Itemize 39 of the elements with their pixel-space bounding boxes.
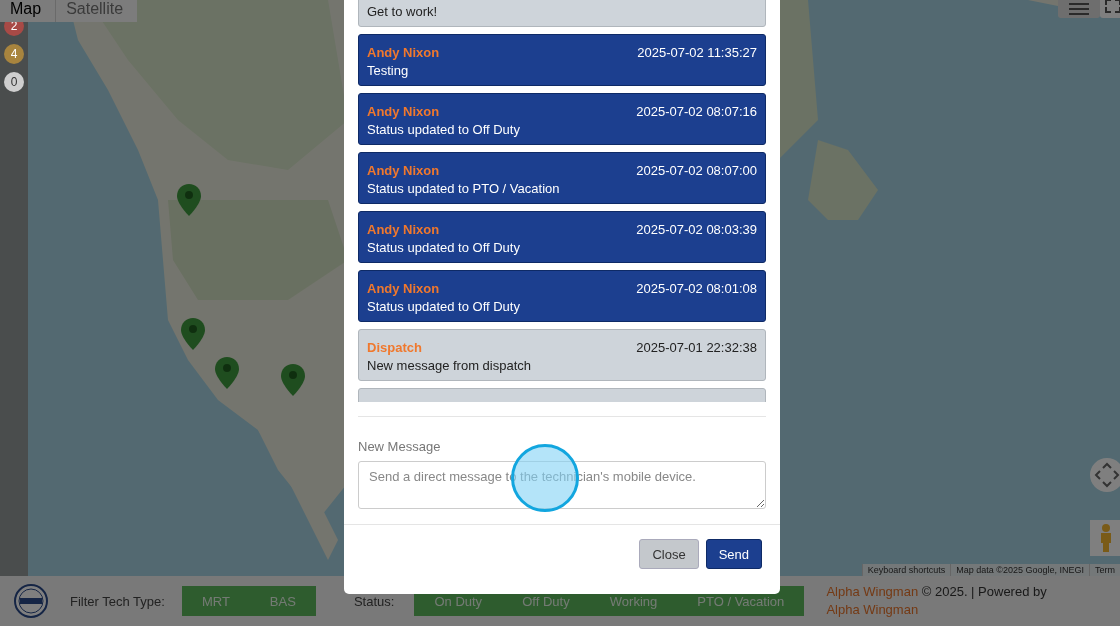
map-pin-icon[interactable] [181, 318, 205, 350]
status-count-badge[interactable]: 0 [4, 72, 24, 92]
alpha-wingman-link[interactable]: Alpha Wingman [826, 602, 919, 617]
map-pin-icon[interactable] [281, 364, 305, 396]
fullscreen-icon [1105, 0, 1120, 13]
message-text: Get to work! [367, 4, 439, 19]
map-pin-icon[interactable] [177, 184, 201, 216]
new-message-label: New Message [358, 439, 442, 454]
menu-icon [1068, 3, 1090, 15]
message-text: Status updated to PTO / Vacation [367, 181, 561, 196]
status-label: Status: [353, 593, 395, 609]
message-text: New message from dispatch [367, 358, 532, 373]
person-icon [1099, 523, 1113, 553]
alpha-logo-icon [14, 584, 48, 618]
filter-label: Filter Tech Type: [70, 593, 165, 609]
message-sender: Andy Nixon [367, 222, 440, 237]
message-timestamp: 2025-07-02 08:07:00 [636, 163, 757, 178]
message-text: Status updated to Off Duty [367, 299, 521, 314]
message-text: Status updated to Off Duty [367, 122, 521, 137]
copyright-text: Alpha Wingman © 2025. | Powered by Alpha Wingman [826, 583, 1048, 619]
close-button[interactable]: Close [639, 539, 699, 569]
message-timestamp: 2025-07-02 08:07:16 [636, 104, 757, 119]
message-sender: Andy Nixon [367, 45, 440, 60]
pan-arrows-icon [1094, 462, 1120, 488]
message-text: Status updated to Off Duty [367, 240, 521, 255]
message-sender: Andy Nixon [367, 163, 440, 178]
status-count-badge[interactable]: 4 [4, 44, 24, 64]
message-text: Testing [367, 63, 410, 78]
message-timestamp: 2025-07-02 11:35:27 [637, 45, 757, 60]
message-sender: Dispatch [367, 340, 422, 355]
message-sender: Andy Nixon [367, 281, 440, 296]
send-button[interactable]: Send [705, 539, 762, 569]
message-timestamp: 2025-07-01 22:32:38 [636, 340, 757, 355]
message-timestamp: 2025-07-02 08:01:08 [636, 281, 757, 296]
message-timestamp: 2025-07-02 08:03:39 [636, 222, 757, 237]
alpha-wingman-link[interactable]: Alpha Wingman [826, 584, 919, 599]
menu-button[interactable] [1058, 0, 1100, 18]
map-pin-icon[interactable] [215, 357, 239, 389]
message-sender: Andy Nixon [367, 104, 440, 119]
